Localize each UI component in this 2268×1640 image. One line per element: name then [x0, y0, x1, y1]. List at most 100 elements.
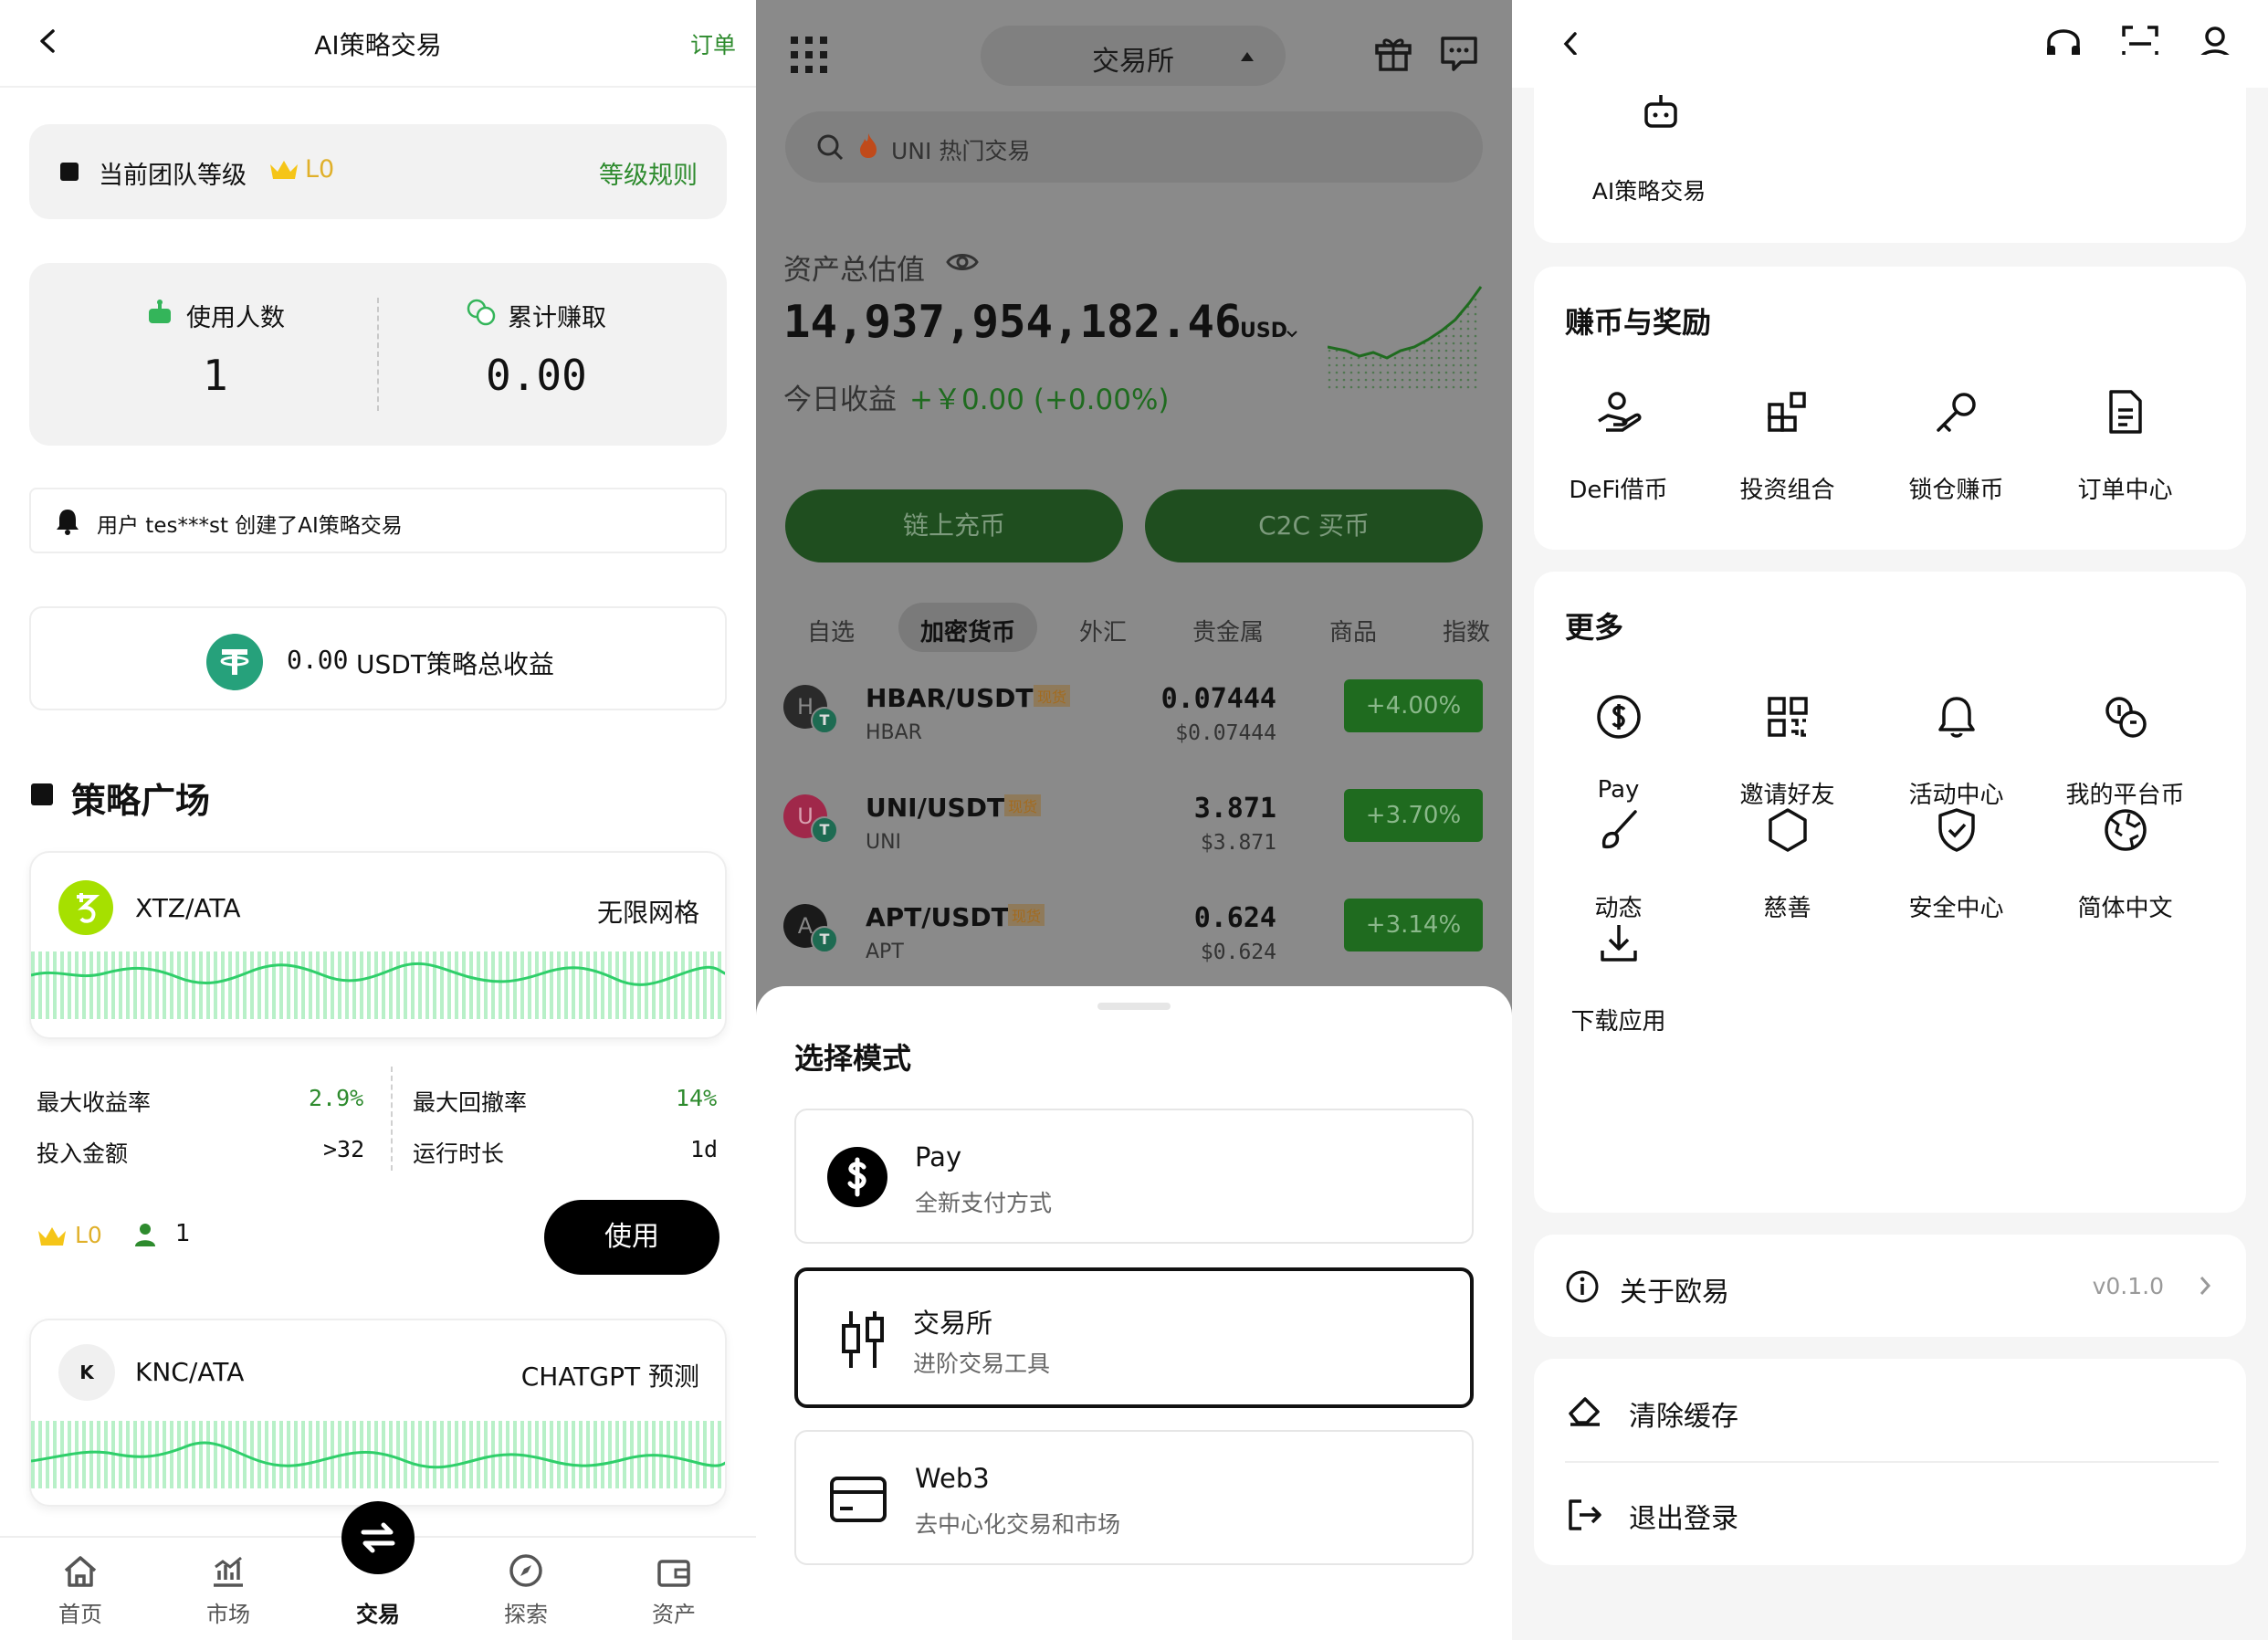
- menu-item-invite[interactable]: 邀请好友: [1703, 685, 1872, 810]
- menu-item-feed[interactable]: 动态: [1534, 798, 1703, 923]
- earn-title: 赚币与奖励: [1565, 305, 1712, 340]
- market-usd: $3.871: [1200, 831, 1276, 855]
- total-value: 0.00: [287, 645, 349, 675]
- bottom-nav: 首页 市场 交易 探索 资产: [0, 1501, 756, 1640]
- tab-metals[interactable]: 贵金属: [1192, 614, 1264, 647]
- menu-label: 安全中心: [1908, 895, 2004, 922]
- brush-icon: [1534, 798, 1703, 862]
- market-row[interactable]: H T HBAR/USDT 现货 HBAR 0.07444 $0.07444 +…: [756, 676, 1512, 785]
- sheet-handle[interactable]: [1097, 1003, 1171, 1010]
- option-desc: 去中心化交易和市场: [915, 1511, 1121, 1538]
- mode-option-web3[interactable]: Web3 去中心化交易和市场: [794, 1430, 1474, 1565]
- message-icon[interactable]: [1439, 33, 1479, 77]
- more-grid-row1: Pay 邀请好友 活动中心 我的平台币: [1534, 685, 2210, 810]
- tab-index[interactable]: 指数: [1443, 614, 1490, 647]
- menu-item-security[interactable]: 安全中心: [1872, 798, 2041, 923]
- compass-icon: [480, 1538, 572, 1589]
- usdt-badge-icon: T: [811, 816, 838, 844]
- earned-label: 累计赚取: [508, 304, 606, 332]
- menu-item-charity[interactable]: 慈善: [1703, 798, 1872, 923]
- nav-label: 首页: [58, 1602, 102, 1627]
- wallet-icon: [628, 1538, 719, 1589]
- mode-option-exchange[interactable]: 交易所 进阶交易工具: [794, 1267, 1474, 1408]
- menu-item-order-center[interactable]: 订单中心: [2041, 380, 2210, 505]
- tab-favorites[interactable]: 自选: [807, 614, 855, 647]
- crown-icon: [37, 1224, 68, 1253]
- strategy-users: 1: [175, 1220, 191, 1247]
- info-icon: [1565, 1269, 1600, 1308]
- strategy-card-xtz[interactable]: XTZ/ATA 无限网格: [29, 851, 727, 1039]
- market-price: 0.07444: [1160, 683, 1276, 715]
- search-placeholder: UNI 热门交易: [891, 138, 1031, 164]
- nav-market[interactable]: 市场: [183, 1538, 274, 1628]
- mode-selector[interactable]: 交易所: [981, 26, 1286, 86]
- gift-icon[interactable]: [1373, 33, 1413, 77]
- option-title: 交易所: [913, 1308, 993, 1339]
- nav-explore[interactable]: 探索: [480, 1538, 572, 1628]
- deposit-button[interactable]: 链上充币: [785, 489, 1123, 562]
- apps-grid-icon[interactable]: [789, 35, 829, 79]
- assets-unit[interactable]: USD: [1240, 320, 1287, 342]
- nav-trade-label[interactable]: 交易: [332, 1596, 424, 1628]
- menu-label: 下载应用: [1570, 1008, 1666, 1036]
- tab-forex[interactable]: 外汇: [1079, 614, 1127, 647]
- market-row[interactable]: A T APT/USDT 现货 APT 0.624 $0.624 +3.14%: [756, 895, 1512, 986]
- menu-item-staking[interactable]: 锁仓赚币: [1872, 380, 2041, 505]
- orders-link[interactable]: 订单: [690, 27, 736, 60]
- menu-label: 投资组合: [1739, 477, 1835, 504]
- today-value: +￥0.00 (+0.00%): [909, 384, 1170, 416]
- market-change: +3.70%: [1344, 789, 1483, 842]
- option-title: Pay: [915, 1141, 962, 1172]
- key-icon: [1872, 380, 2041, 444]
- ai-strategy-card: AI策略交易: [1534, 55, 2246, 243]
- menu-item-platform-coin[interactable]: 我的平台币: [2041, 685, 2210, 810]
- runtime-label: 运行时长: [413, 1141, 505, 1167]
- ai-strategy-panel: AI策略交易 订单 当前团队等级 L0 等级规则 使用人数 1 累计赚取 0.0…: [0, 0, 756, 1640]
- menu-item-events[interactable]: 活动中心: [1872, 685, 2041, 810]
- search-input[interactable]: UNI 热门交易: [785, 111, 1483, 183]
- notice-bar: 用户 tes***st 创建了AI策略交易: [29, 488, 727, 553]
- nav-home[interactable]: 首页: [35, 1538, 126, 1628]
- invest-value: >32: [323, 1136, 365, 1162]
- invest-label: 投入金额: [37, 1141, 129, 1167]
- about-row[interactable]: 关于欧易 v0.1.0: [1534, 1235, 2246, 1337]
- strategy-pair: XTZ/ATA: [135, 893, 241, 923]
- menu-item-pay[interactable]: Pay: [1534, 685, 1703, 810]
- search-icon: [816, 133, 844, 164]
- nav-assets[interactable]: 资产: [628, 1538, 719, 1628]
- strategy-type: 无限网格: [596, 898, 699, 928]
- market-pair: APT/USDT: [866, 902, 1009, 932]
- team-level-label: 当前团队等级: [99, 162, 247, 190]
- version-text: v0.1.0: [2092, 1273, 2164, 1299]
- clear-cache-row[interactable]: 清除缓存: [1534, 1359, 2246, 1461]
- use-strategy-button[interactable]: 使用: [544, 1200, 719, 1275]
- dollar-circle-icon: [1534, 685, 1703, 749]
- ai-strategy-item[interactable]: [1576, 91, 1745, 131]
- market-row[interactable]: U T UNI/USDT 现货 UNI 3.871 $3.871 +3.70%: [756, 785, 1512, 895]
- swap-icon[interactable]: [341, 1501, 415, 1574]
- globe-icon: [2041, 798, 2210, 862]
- earn-rewards-card: 赚币与奖励 DeFi借币 投资组合 锁仓赚币 订单中心: [1534, 267, 2246, 550]
- max-drawdown-value: 14%: [676, 1085, 718, 1111]
- mode-option-pay[interactable]: Pay 全新支付方式: [794, 1109, 1474, 1244]
- strategy-card-knc[interactable]: K KNC/ATA CHATGPT 预测: [29, 1319, 727, 1507]
- assets-value: 14,937,954,182.46: [783, 296, 1242, 348]
- tab-crypto[interactable]: 加密货币: [920, 614, 1015, 647]
- menu-item-portfolio[interactable]: 投资组合: [1703, 380, 1872, 505]
- logout-icon: [1567, 1498, 1603, 1536]
- total-earnings-card: 0.00 USDT策略总收益: [29, 606, 727, 710]
- tab-commodities[interactable]: 商品: [1329, 614, 1377, 647]
- logout-row[interactable]: 退出登录: [1534, 1463, 2246, 1565]
- market-change: +4.00%: [1344, 679, 1483, 732]
- users-value: 1: [203, 351, 228, 400]
- c2c-buy-button[interactable]: C2C 买币: [1145, 489, 1483, 562]
- dollar-icon: [827, 1147, 887, 1207]
- menu-item-download[interactable]: 下载应用: [1534, 911, 1703, 1036]
- menu-item-defi[interactable]: DeFi借币: [1534, 380, 1703, 505]
- team-level-value: L0: [305, 155, 335, 184]
- assets-sparkline: [1327, 283, 1483, 396]
- menu-item-language[interactable]: 简体中文: [2041, 798, 2210, 923]
- menu-label: DeFi借币: [1569, 477, 1668, 504]
- eye-icon[interactable]: [946, 250, 979, 278]
- level-rules-link[interactable]: 等级规则: [599, 155, 698, 191]
